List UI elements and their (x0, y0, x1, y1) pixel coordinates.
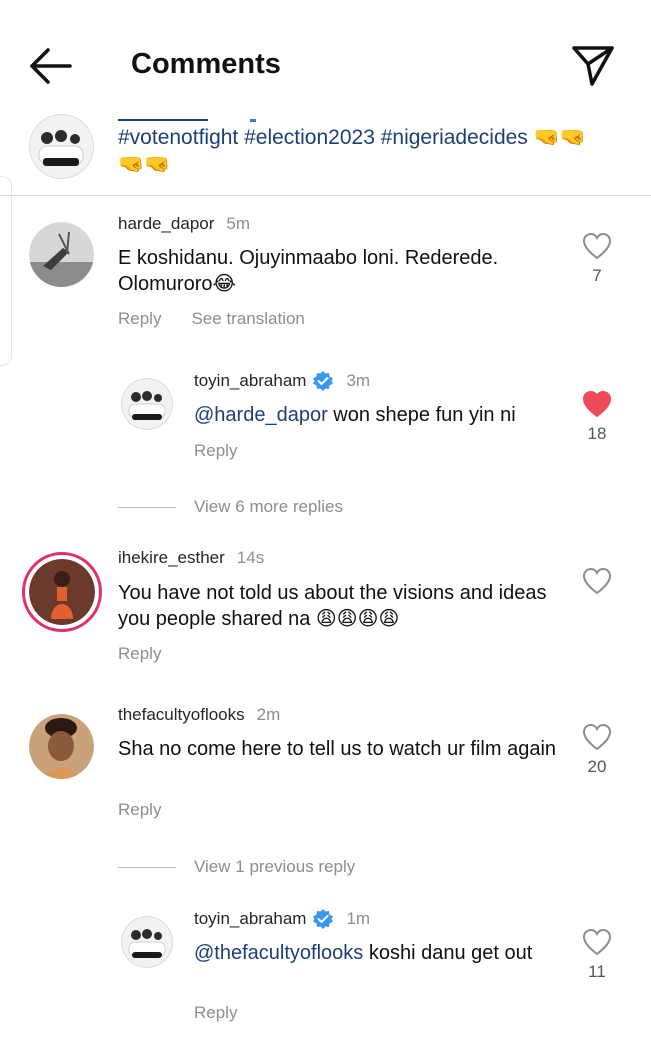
mention-link[interactable]: @thefacultyoflooks (194, 942, 363, 964)
heart-outline-icon[interactable] (582, 723, 612, 751)
comment-time: 3m (346, 371, 371, 390)
like-count: 18 (587, 424, 607, 443)
comment-actions: Reply (194, 1003, 237, 1023)
comment-actions: Reply See translation (118, 309, 305, 329)
caption-hashtags[interactable]: #votenotfight #election2023 #nigeriadeci… (118, 124, 598, 178)
comment-meta: toyin_abraham 3m (194, 370, 370, 392)
like-control: 11 (577, 928, 617, 982)
like-count: 20 (587, 757, 607, 776)
arrow-left-icon (30, 48, 72, 84)
back-button[interactable] (26, 46, 74, 86)
paper-plane-icon (572, 46, 614, 86)
comment-text: Sha no come here to tell us to watch ur … (118, 738, 557, 760)
like-count: 7 (592, 266, 602, 285)
caption-avatar[interactable] (29, 114, 94, 179)
heart-outline-icon[interactable] (582, 567, 612, 595)
comment-time: 1m (346, 909, 371, 928)
comment-text: @thefacultyoflooks koshi danu get out (194, 940, 564, 966)
view-previous-reply-label: View 1 previous reply (194, 857, 356, 876)
page-title: Comments (131, 48, 281, 80)
avatar-story-ring[interactable] (22, 552, 102, 632)
heart-filled-icon[interactable] (582, 390, 612, 418)
comment-actions: Reply (118, 800, 161, 820)
share-button[interactable] (570, 42, 616, 88)
comment-username[interactable]: toyin_abraham (194, 371, 306, 391)
like-count: 11 (588, 962, 606, 981)
reply-button[interactable]: Reply (118, 309, 161, 329)
view-more-replies-button[interactable]: View 6 more replies (118, 497, 343, 517)
like-control: 20 (577, 723, 617, 777)
comment-username[interactable]: harde_dapor (118, 214, 214, 234)
comment-text: @harde_dapor won shepe fun yin ni (194, 402, 564, 428)
heart-outline-icon[interactable] (582, 232, 612, 260)
verified-badge-icon (313, 909, 334, 929)
reply-button[interactable]: Reply (118, 800, 161, 820)
comment-meta: harde_dapor 5m (118, 214, 250, 234)
avatar[interactable] (121, 378, 173, 430)
divider (118, 506, 176, 508)
side-edge-decoration (0, 176, 12, 366)
comment-meta: ihekire_esther 14s (118, 548, 264, 568)
view-previous-reply-button[interactable]: View 1 previous reply (118, 857, 355, 877)
comment-username[interactable]: thefacultyoflooks (118, 705, 245, 725)
comment-text: E koshidanu. Ojuyinmaabo loni. Rederede.… (118, 247, 499, 295)
avatar[interactable] (121, 916, 173, 968)
comment-body: won shepe fun yin ni (327, 404, 516, 426)
see-translation-button[interactable]: See translation (191, 309, 304, 329)
like-control: 18 (577, 390, 617, 444)
view-more-replies-label: View 6 more replies (194, 497, 343, 516)
caption-cutoff-decoration (118, 110, 258, 122)
comment-body: koshi danu get out (363, 942, 533, 964)
comment-time: 5m (226, 214, 251, 233)
header-bar: Comments (0, 0, 651, 110)
comment-meta: toyin_abraham 1m (194, 908, 370, 930)
comment-time: 14s (236, 548, 265, 567)
mention-link[interactable]: @harde_dapor (194, 404, 328, 426)
like-control (577, 567, 617, 601)
reply-button[interactable]: Reply (118, 644, 161, 664)
comment-username[interactable]: toyin_abraham (194, 909, 306, 929)
comment-actions: Reply (194, 441, 237, 461)
like-control: 7 (577, 232, 617, 286)
post-caption: #votenotfight #election2023 #nigeriadeci… (0, 110, 651, 196)
divider (118, 866, 176, 868)
reply-button[interactable]: Reply (194, 441, 237, 461)
comment-actions: Reply (118, 644, 161, 664)
verified-badge-icon (313, 371, 334, 391)
comment-meta: thefacultyoflooks 2m (118, 705, 280, 725)
comment-time: 2m (256, 705, 281, 724)
avatar[interactable] (29, 222, 94, 287)
comment-text: You have not told us about the visions a… (118, 582, 547, 630)
reply-button[interactable]: Reply (194, 1003, 237, 1023)
comment-username[interactable]: ihekire_esther (118, 548, 225, 568)
heart-outline-icon[interactable] (582, 928, 612, 956)
avatar[interactable] (29, 714, 94, 779)
